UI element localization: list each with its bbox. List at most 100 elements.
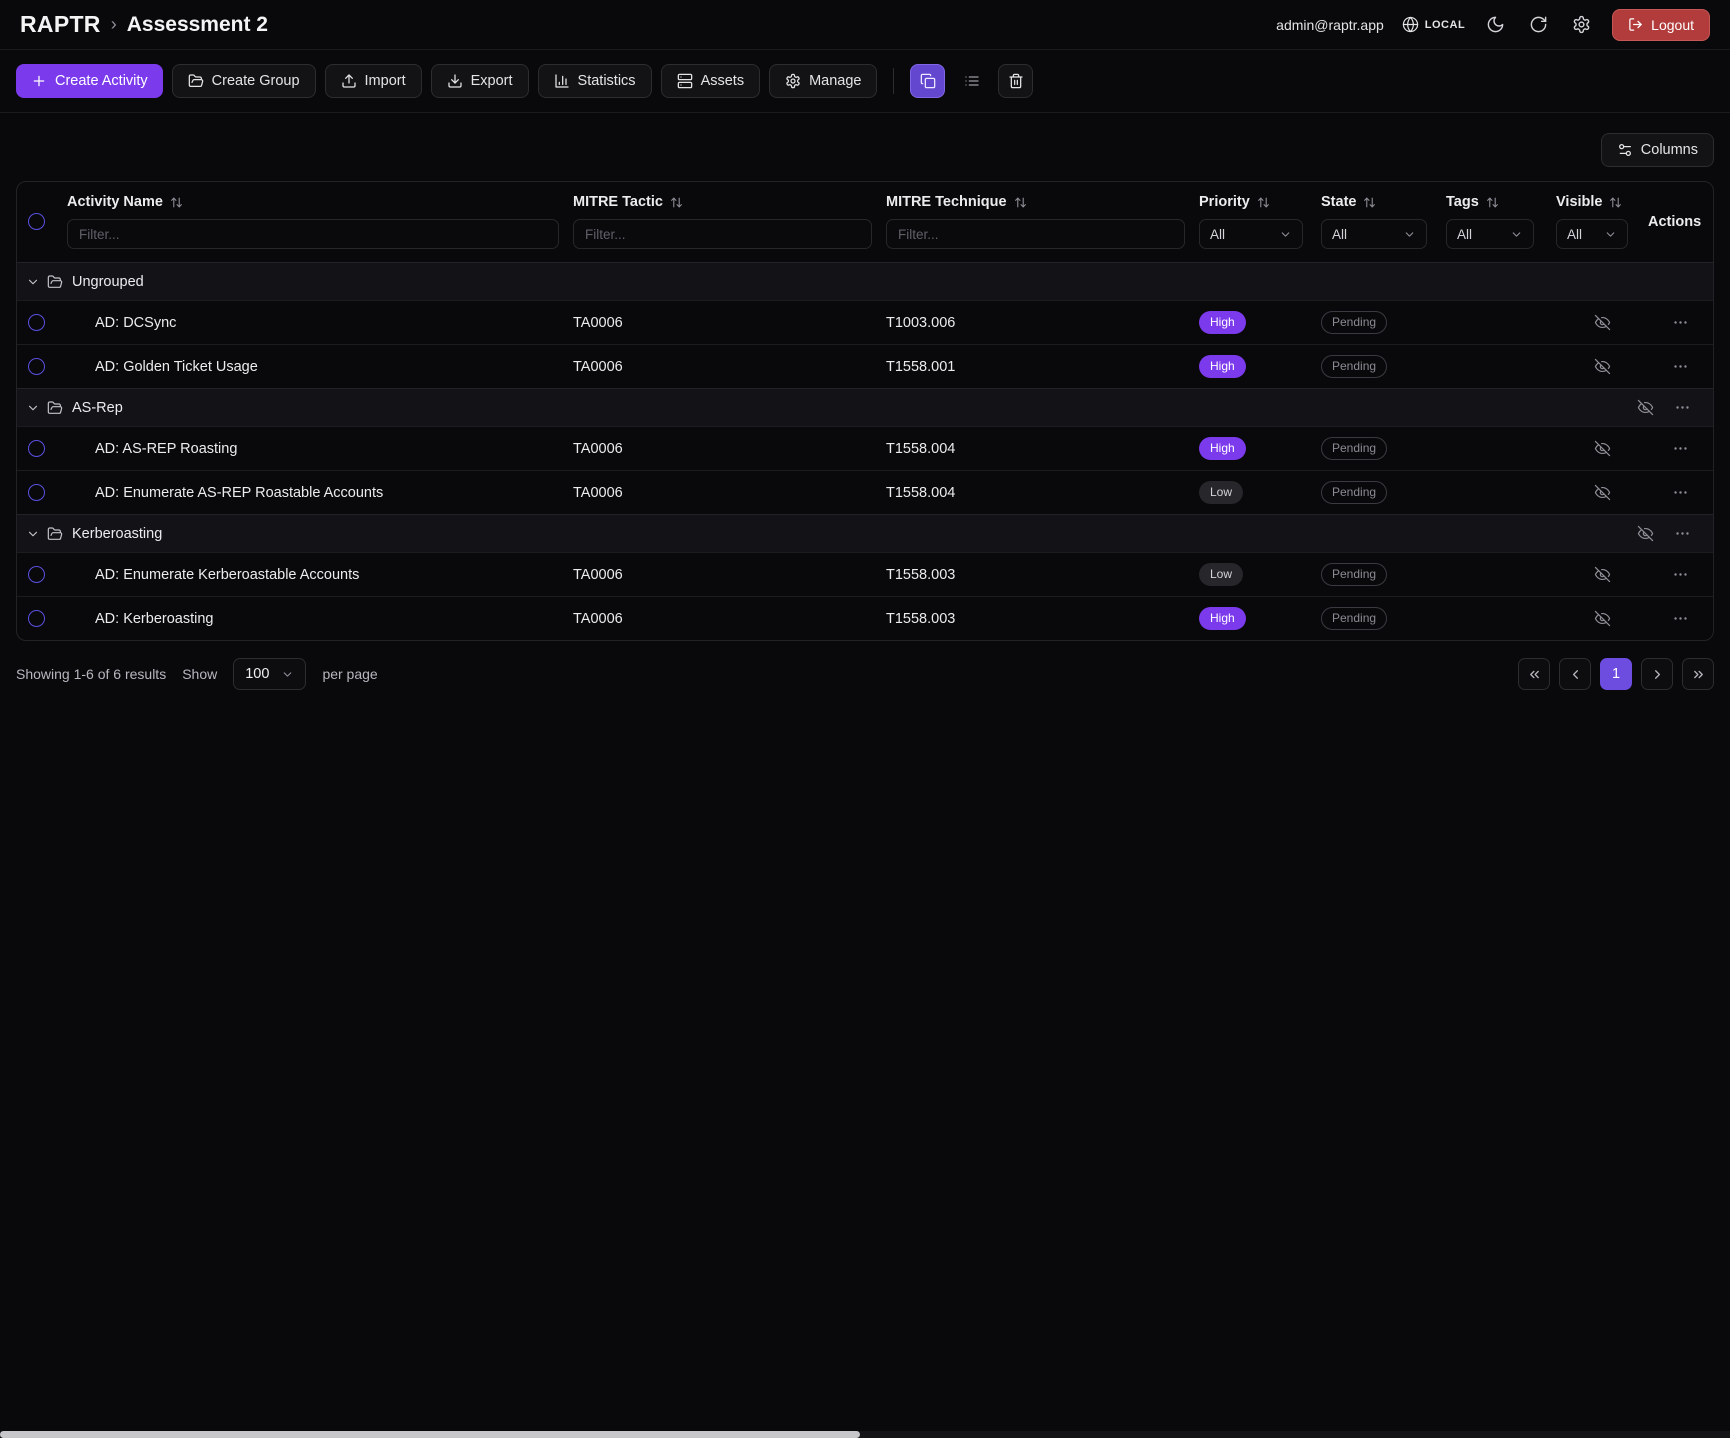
sort-tags-button[interactable] <box>1486 196 1499 209</box>
mitre-tactic-cell: TA0006 <box>573 314 623 331</box>
previous-page-button[interactable] <box>1559 658 1591 690</box>
group-actions-menu-button[interactable] <box>1671 396 1694 419</box>
state-cell: Pending <box>1321 563 1446 586</box>
chevron-right-icon <box>1650 667 1665 682</box>
table-row[interactable]: AD: Kerberoasting TA0006 T1558.003 High … <box>17 596 1713 640</box>
refresh-button[interactable] <box>1526 12 1551 37</box>
sort-visible-button[interactable] <box>1609 196 1622 209</box>
visible-filter-select[interactable]: All <box>1556 219 1628 249</box>
next-page-button[interactable] <box>1641 658 1673 690</box>
page-1-button[interactable]: 1 <box>1600 658 1632 690</box>
eye-off-icon <box>1594 610 1611 627</box>
actions-cell <box>1648 437 1713 460</box>
theme-toggle-button[interactable] <box>1483 12 1508 37</box>
page-size-select[interactable]: 100 <box>233 658 307 690</box>
delete-button[interactable] <box>998 64 1034 98</box>
export-button[interactable]: Export <box>430 64 529 98</box>
logout-label: Logout <box>1651 16 1694 33</box>
create-group-button[interactable]: Create Group <box>171 64 316 98</box>
import-button[interactable]: Import <box>324 64 422 98</box>
visibility-toggle-button[interactable] <box>1591 563 1614 586</box>
table-row[interactable]: AD: DCSync TA0006 T1003.006 High Pending <box>17 300 1713 344</box>
visible-cell <box>1556 437 1648 460</box>
row-checkbox[interactable] <box>28 484 45 501</box>
per-page-label: per page <box>322 666 378 682</box>
mitre-tactic-cell: TA0006 <box>573 566 623 583</box>
manage-button[interactable]: Manage <box>769 64 878 98</box>
priority-badge: Low <box>1199 481 1244 504</box>
sort-state-button[interactable] <box>1363 196 1376 209</box>
assets-button[interactable]: Assets <box>660 64 761 98</box>
main-content: Columns Activity Name MITRE Tactic <box>0 113 1730 707</box>
sort-icon <box>170 196 183 209</box>
activity-name-filter-input[interactable] <box>67 219 559 249</box>
sort-activity-name-button[interactable] <box>170 196 183 209</box>
settings-button[interactable] <box>1569 12 1594 37</box>
actions-cell <box>1648 355 1713 378</box>
row-actions-menu-button[interactable] <box>1669 607 1692 630</box>
list-view-toggle-button[interactable] <box>954 64 989 98</box>
priority-filter-select[interactable]: All <box>1199 219 1303 249</box>
row-actions-menu-button[interactable] <box>1669 437 1692 460</box>
state-filter-select[interactable]: All <box>1321 219 1427 249</box>
group-visibility-toggle-button[interactable] <box>1634 522 1657 545</box>
table-row[interactable]: AD: Enumerate Kerberoastable Accounts TA… <box>17 552 1713 596</box>
group-visibility-toggle-button[interactable] <box>1634 396 1657 419</box>
scrollbar-thumb[interactable] <box>0 1431 860 1438</box>
app-logo[interactable]: RAPTR <box>20 11 101 38</box>
visibility-toggle-button[interactable] <box>1591 607 1614 630</box>
sort-mitre-tactic-button[interactable] <box>670 196 683 209</box>
group-header-as-rep[interactable]: AS-Rep <box>17 388 1713 426</box>
mitre-tactic-filter-input[interactable] <box>573 219 872 249</box>
sort-priority-button[interactable] <box>1257 196 1270 209</box>
row-actions-menu-button[interactable] <box>1669 355 1692 378</box>
columns-button[interactable]: Columns <box>1600 133 1714 167</box>
priority-header: Priority <box>1199 194 1250 210</box>
visibility-toggle-button[interactable] <box>1591 437 1614 460</box>
group-header-ungrouped[interactable]: Ungrouped <box>17 262 1713 300</box>
ellipsis-icon <box>1674 525 1691 542</box>
mitre-technique-filter-input[interactable] <box>886 219 1185 249</box>
eye-off-icon <box>1637 525 1654 542</box>
group-header-kerberoasting[interactable]: Kerberoasting <box>17 514 1713 552</box>
row-checkbox[interactable] <box>28 610 45 627</box>
folder-icon <box>47 526 63 542</box>
row-checkbox[interactable] <box>28 358 45 375</box>
logout-button[interactable]: Logout <box>1612 8 1710 41</box>
row-checkbox[interactable] <box>28 566 45 583</box>
table-row[interactable]: AD: AS-REP Roasting TA0006 T1558.004 Hig… <box>17 426 1713 470</box>
ellipsis-icon <box>1672 358 1689 375</box>
mitre-tactic-header-cell: MITRE Tactic <box>573 194 886 249</box>
visibility-toggle-button[interactable] <box>1591 481 1614 504</box>
first-page-button[interactable] <box>1518 658 1550 690</box>
row-actions-menu-button[interactable] <box>1669 563 1692 586</box>
table-row[interactable]: AD: Enumerate AS-REP Roastable Accounts … <box>17 470 1713 514</box>
last-page-button[interactable] <box>1682 658 1714 690</box>
select-all-checkbox[interactable] <box>28 213 45 230</box>
row-actions-menu-button[interactable] <box>1669 481 1692 504</box>
mitre-technique-header: MITRE Technique <box>886 194 1007 210</box>
eye-off-icon <box>1594 314 1611 331</box>
table-row[interactable]: AD: Golden Ticket Usage TA0006 T1558.001… <box>17 344 1713 388</box>
trash-icon <box>1008 73 1024 89</box>
ellipsis-icon <box>1672 566 1689 583</box>
row-actions-menu-button[interactable] <box>1669 311 1692 334</box>
group-actions-menu-button[interactable] <box>1671 522 1694 545</box>
statistics-button[interactable]: Statistics <box>537 64 652 98</box>
priority-cell: Low <box>1199 563 1321 586</box>
visibility-toggle-button[interactable] <box>1591 311 1614 334</box>
row-checkbox[interactable] <box>28 440 45 457</box>
sort-mitre-technique-button[interactable] <box>1014 196 1027 209</box>
card-view-toggle-button[interactable] <box>910 64 946 98</box>
horizontal-scrollbar[interactable] <box>0 1431 1730 1438</box>
sort-icon <box>1363 196 1376 209</box>
ellipsis-icon <box>1672 440 1689 457</box>
activity-name-header: Activity Name <box>67 194 163 210</box>
create-activity-button[interactable]: Create Activity <box>16 64 163 98</box>
tags-header: Tags <box>1446 194 1479 210</box>
group-name: AS-Rep <box>72 399 123 416</box>
visibility-toggle-button[interactable] <box>1591 355 1614 378</box>
row-checkbox[interactable] <box>28 314 45 331</box>
mitre-technique-cell: T1558.003 <box>886 566 956 583</box>
tags-filter-select[interactable]: All <box>1446 219 1534 249</box>
